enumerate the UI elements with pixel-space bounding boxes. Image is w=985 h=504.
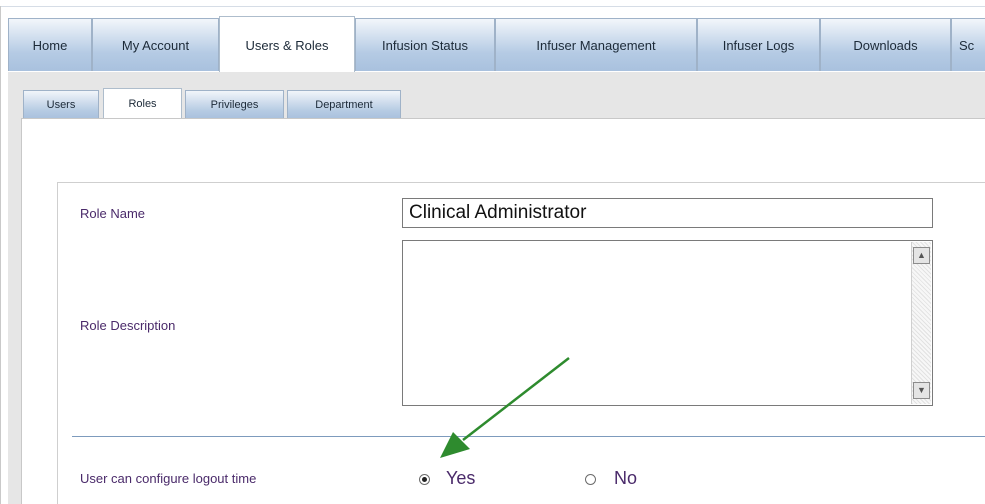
annotation-arrow-icon: [440, 357, 570, 458]
